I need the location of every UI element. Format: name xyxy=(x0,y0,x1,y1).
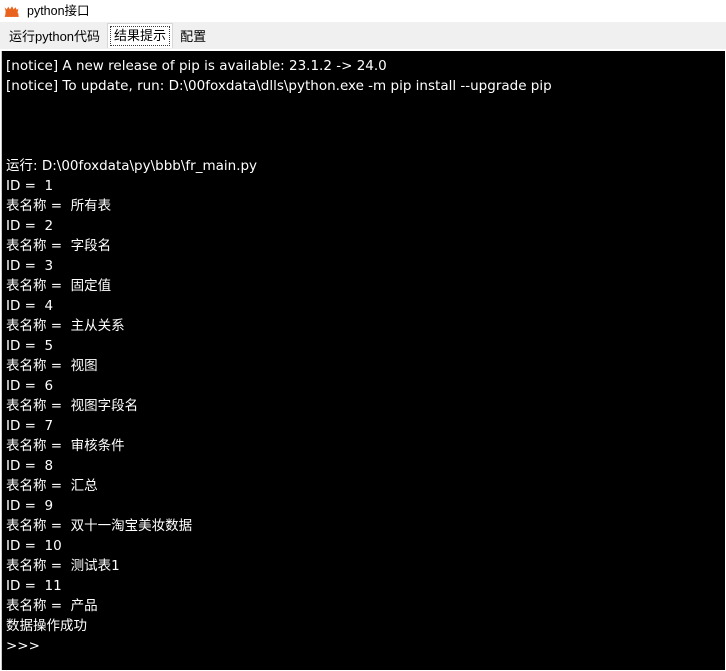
console-line: 表名称 = 视图 xyxy=(6,358,98,374)
tab-label: 结果提示 xyxy=(114,28,167,43)
tab-label: 配置 xyxy=(180,29,207,44)
console-line: 表名称 = 所有表 xyxy=(6,198,112,214)
console-line: >>> xyxy=(6,638,40,654)
window-title-text: python接口 xyxy=(27,4,90,18)
console-line: ID = 4 xyxy=(6,298,54,314)
console-line: 表名称 = 主从关系 xyxy=(6,318,125,334)
console-line: [notice] To update, run: D:\00foxdata\dl… xyxy=(6,78,552,94)
console-line: 数据操作成功 xyxy=(6,618,87,634)
tab-configuration[interactable]: 配置 xyxy=(173,25,213,49)
console-line: 表名称 = 审核条件 xyxy=(6,438,125,454)
window-title-bar: python接口 xyxy=(0,0,726,22)
fox-icon xyxy=(4,5,19,17)
console-line: 表名称 = 双十一淘宝美妆数据 xyxy=(6,518,193,534)
console-line: ID = 6 xyxy=(6,378,54,394)
console-line: 表名称 = 视图字段名 xyxy=(6,398,139,414)
console-output-text[interactable]: [notice] A new release of pip is availab… xyxy=(1,51,725,670)
console-line: 表名称 = 固定值 xyxy=(6,278,112,294)
tab-result-message[interactable]: 结果提示 xyxy=(107,23,174,49)
tab-run-python-code[interactable]: 运行python代码 xyxy=(2,25,107,49)
console-line: ID = 9 xyxy=(6,498,54,514)
console-line: 运行: D:\00foxdata\py\bbb\fr_main.py xyxy=(6,158,258,174)
console-line: 表名称 = 测试表1 xyxy=(6,558,120,574)
console-output-panel[interactable]: [notice] A new release of pip is availab… xyxy=(0,49,726,671)
tab-bar: 运行python代码 结果提示 配置 xyxy=(0,22,726,49)
console-line: ID = 8 xyxy=(6,458,54,474)
tab-label: 运行python代码 xyxy=(9,29,101,44)
console-line: ID = 10 xyxy=(6,538,62,554)
console-line: [notice] A new release of pip is availab… xyxy=(6,58,387,74)
console-line: ID = 1 xyxy=(6,178,54,194)
console-line: ID = 11 xyxy=(6,578,62,594)
console-line: 表名称 = 字段名 xyxy=(6,238,112,254)
console-line: ID = 5 xyxy=(6,338,54,354)
console-line: 表名称 = 汇总 xyxy=(6,478,98,494)
console-line: 表名称 = 产品 xyxy=(6,598,98,614)
console-line: ID = 3 xyxy=(6,258,54,274)
console-line: ID = 2 xyxy=(6,218,54,234)
console-line: ID = 7 xyxy=(6,418,54,434)
